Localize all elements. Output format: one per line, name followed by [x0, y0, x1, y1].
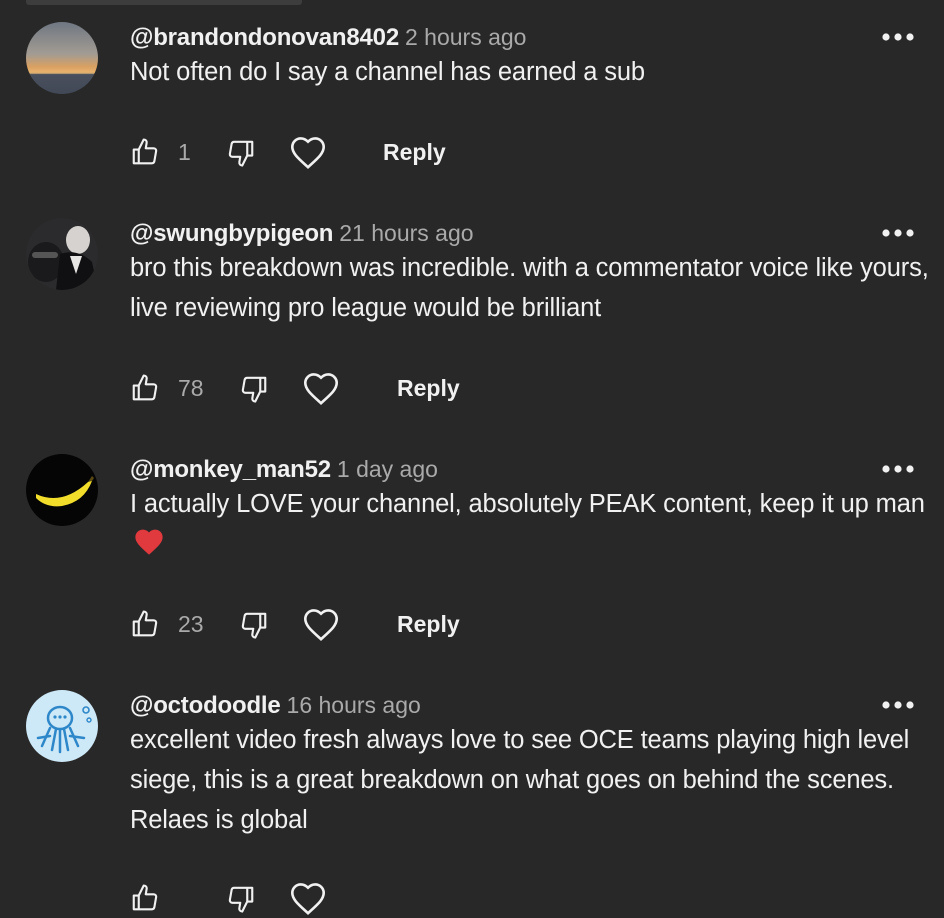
comment-actions [130, 878, 530, 918]
comment-thread: @octodoodle 16 hours ago excellent video … [0, 690, 944, 915]
comment-text: I actually LOVE your channel, absolutely… [130, 484, 940, 564]
reply-button[interactable]: Reply [397, 610, 460, 638]
avatar[interactable] [26, 22, 98, 94]
avatar[interactable] [26, 454, 98, 526]
thumbs-down-icon[interactable] [226, 137, 256, 169]
comment-timestamp[interactable]: 16 hours ago [287, 692, 421, 718]
author-handle[interactable]: @monkey_man52 [130, 456, 331, 483]
banana-image-avatar [26, 454, 98, 526]
author-handle[interactable]: @swungbypigeon [130, 220, 333, 247]
more-options-icon[interactable] [880, 698, 916, 712]
heart-outline-icon[interactable] [288, 880, 328, 916]
like-count: 23 [178, 611, 204, 637]
comment-thread: @monkey_man52 1 day ago I actually LOVE y… [0, 454, 944, 664]
comment-timestamp[interactable]: 1 day ago [337, 456, 438, 482]
avatar[interactable] [26, 690, 98, 762]
octopus-doodle-avatar [26, 690, 98, 762]
heart-outline-icon[interactable] [288, 134, 328, 170]
comment-actions: 78 Reply [130, 368, 530, 408]
thumbs-up-icon[interactable] [130, 608, 160, 640]
thumbs-up-icon[interactable] [130, 882, 160, 914]
thumbs-down-icon[interactable] [239, 373, 269, 405]
author-handle[interactable]: @brandondonovan8402 [130, 24, 399, 51]
more-options-icon[interactable] [880, 226, 916, 240]
reply-button[interactable]: Reply [383, 138, 446, 166]
comment-text: Not often do I say a channel has earned … [130, 58, 645, 86]
author-handle[interactable]: @octodoodle [130, 692, 281, 719]
comment-author-line: @brandondonovan8402 2 hours ago [130, 22, 526, 56]
reply-button[interactable]: Reply [397, 374, 460, 402]
comment-author-line: @swungbypigeon 21 hours ago [130, 218, 474, 252]
comment-thread: @brandondonovan8402 2 hours ago Not often… [0, 22, 944, 192]
avatar[interactable] [26, 218, 98, 290]
sunset-photo-avatar [26, 22, 98, 94]
like-count: 1 [178, 139, 191, 165]
comment-author-line: @octodoodle 16 hours ago [130, 690, 421, 724]
comment-text: excellent video fresh always love to see… [130, 726, 910, 834]
comment-thread: @swungbypigeon 21 hours ago bro this brea… [0, 218, 944, 428]
suited-figure-photo-avatar [26, 218, 98, 290]
thumbs-up-icon[interactable] [130, 372, 160, 404]
comment-text-body: I actually LOVE your channel, absolutely… [130, 490, 925, 518]
comment-actions: 1 Reply [130, 132, 530, 172]
like-count: 78 [178, 375, 204, 401]
comment-actions: 23 Reply [130, 604, 530, 644]
comment-author-line: @monkey_man52 1 day ago [130, 454, 438, 488]
comment-timestamp[interactable]: 21 hours ago [339, 220, 473, 246]
more-options-icon[interactable] [880, 462, 916, 476]
heart-outline-icon[interactable] [301, 606, 341, 642]
thumbs-up-icon[interactable] [130, 136, 160, 168]
heart-outline-icon[interactable] [301, 370, 341, 406]
previous-content-edge [26, 0, 302, 5]
thumbs-down-icon[interactable] [239, 609, 269, 641]
comment-text: bro this breakdown was incredible. with … [130, 254, 929, 322]
comment-timestamp[interactable]: 2 hours ago [405, 24, 526, 50]
red-heart-emoji [135, 529, 163, 555]
more-options-icon[interactable] [880, 30, 916, 44]
